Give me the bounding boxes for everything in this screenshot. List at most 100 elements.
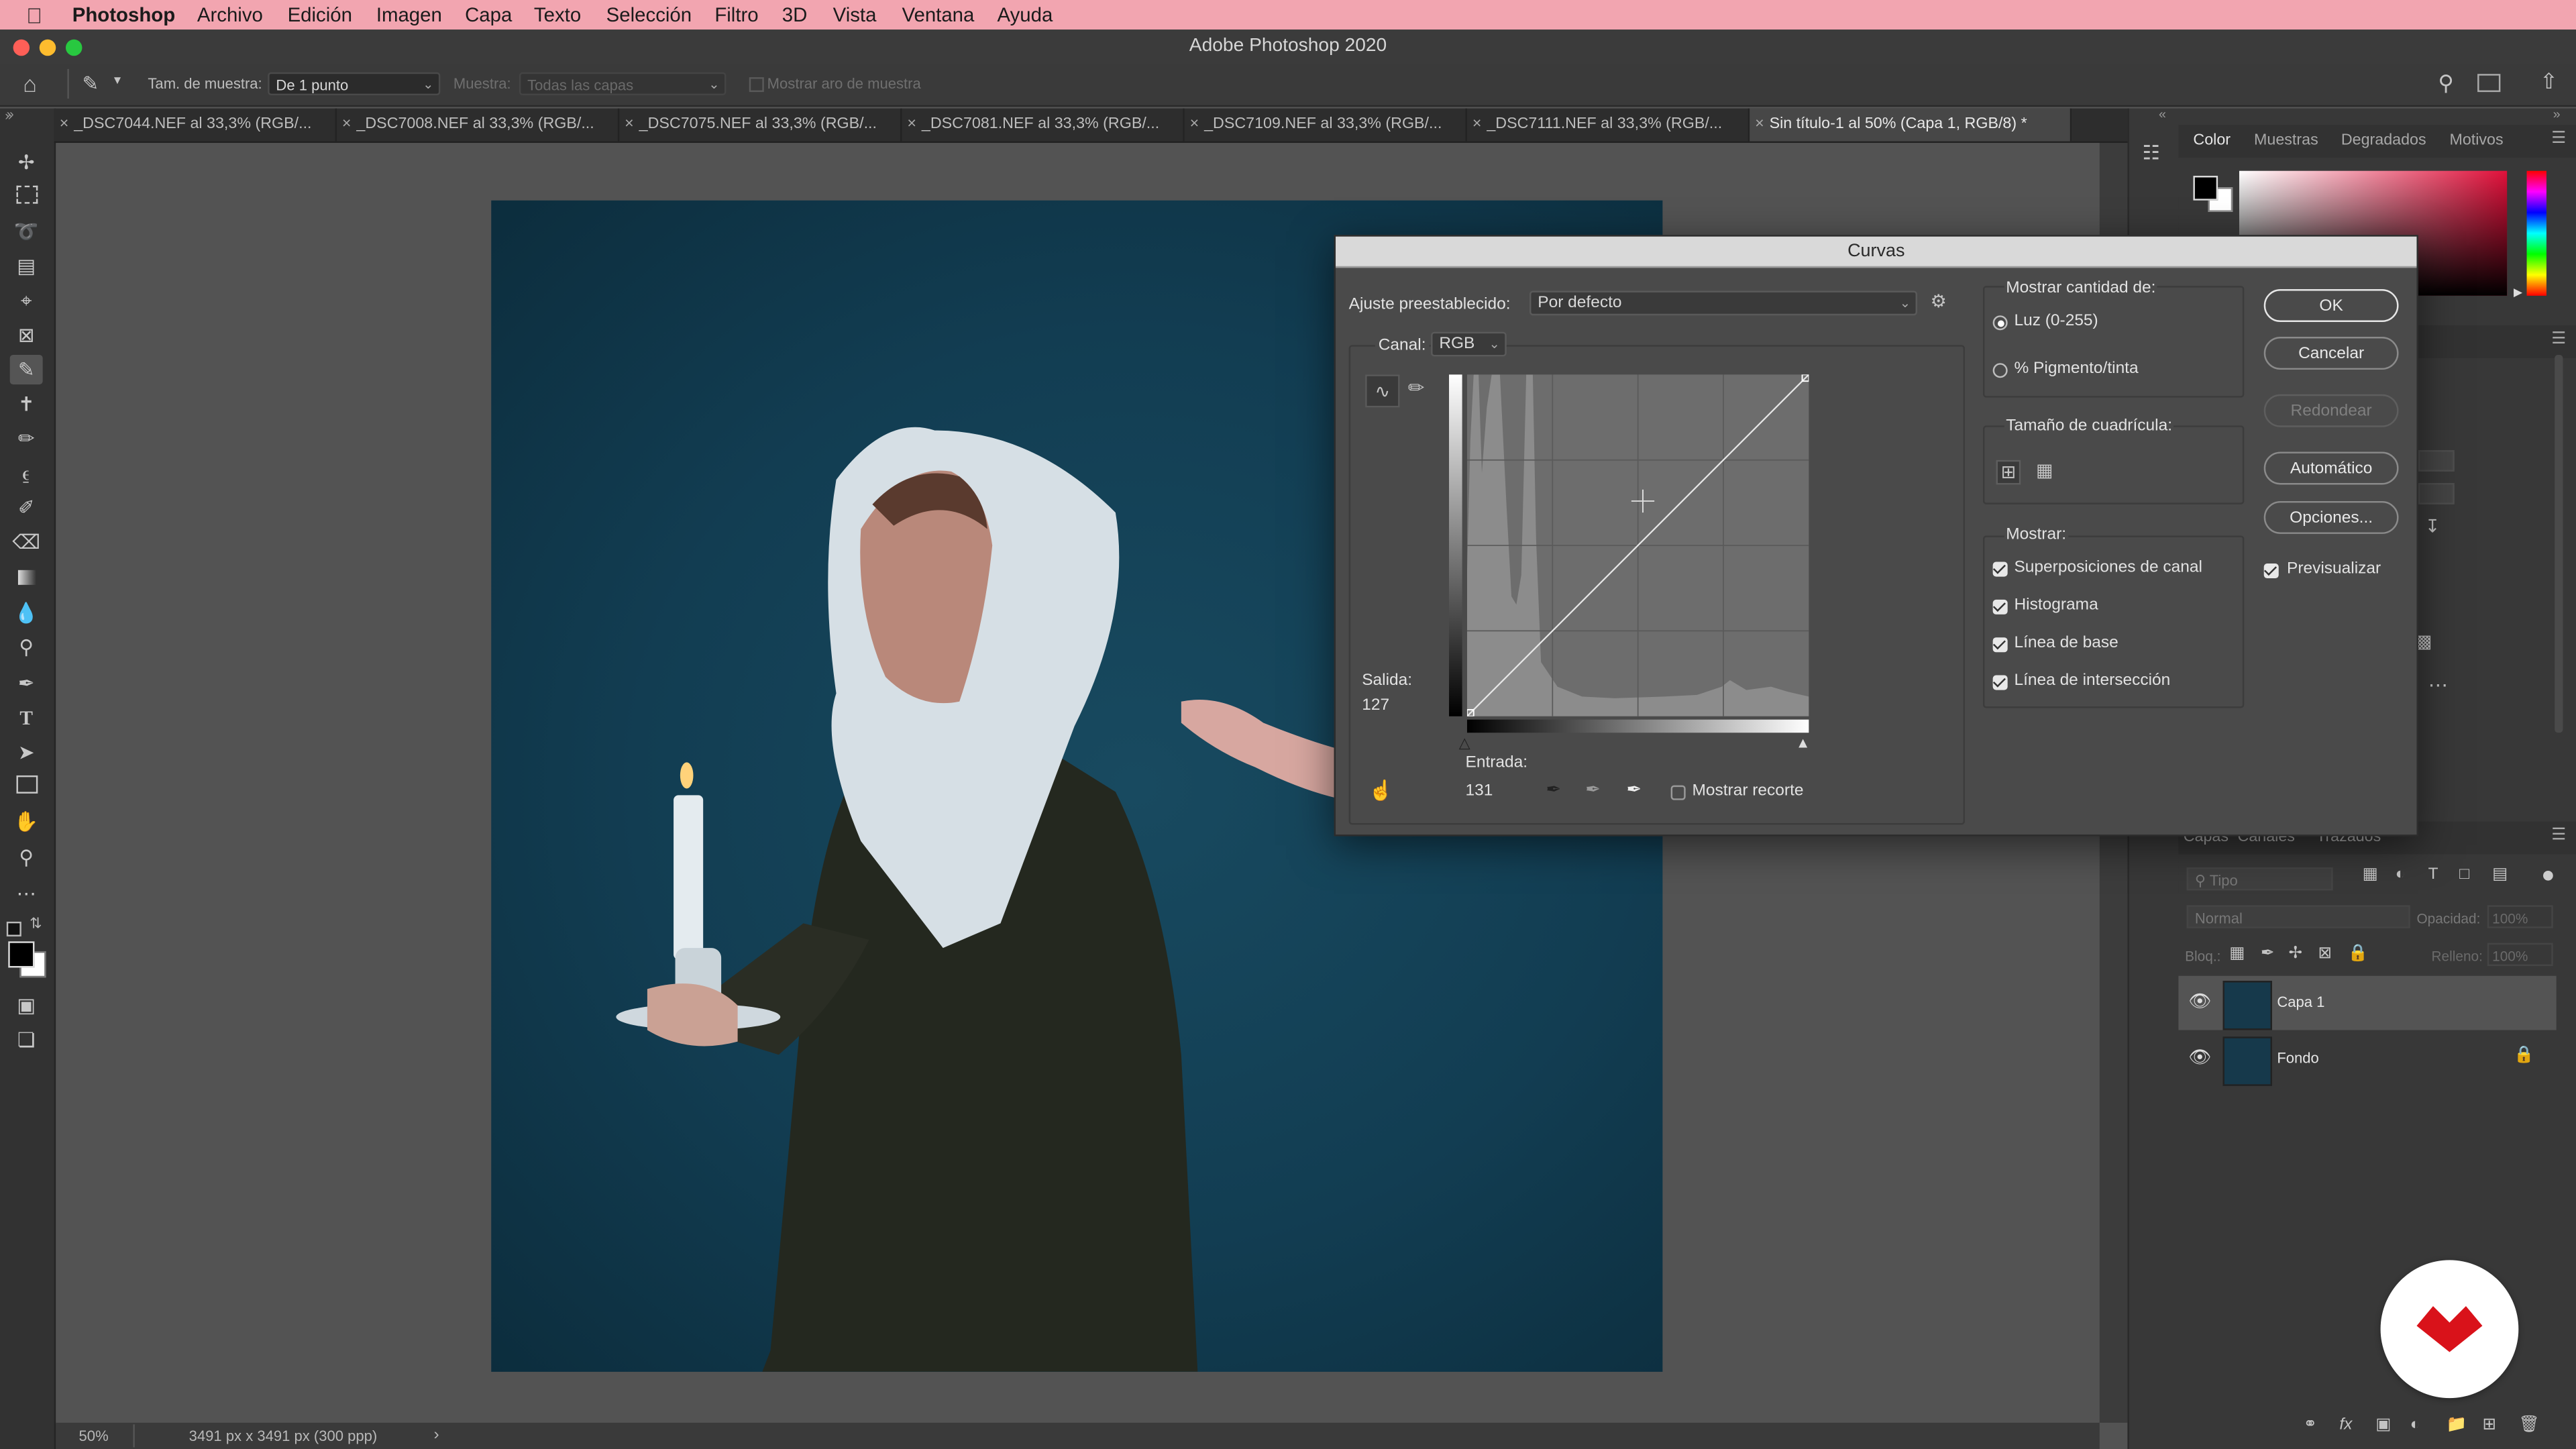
menu-vista[interactable]: Vista — [833, 3, 877, 26]
tab-dsc7111[interactable]: × _DSC7111.NEF al 33,3% (RGB/... — [1467, 108, 1750, 142]
detailed-grid-icon[interactable]: ▦ — [2032, 460, 2057, 485]
black-eyedropper-icon[interactable]: ✒ — [1546, 779, 1562, 800]
close-icon[interactable]: × — [1185, 109, 1204, 142]
tab-dsc7044[interactable]: × _DSC7044.NEF al 33,3% (RGB/... — [54, 108, 337, 142]
new-layer-icon[interactable]: ⊞ — [2482, 1416, 2496, 1434]
collapse-icon[interactable]: » — [2553, 107, 2561, 121]
input-value[interactable]: 131 — [1466, 782, 1493, 800]
close-icon[interactable]: × — [902, 109, 922, 142]
foreground-color-swatch[interactable] — [8, 941, 35, 968]
filter-toggle[interactable] — [2543, 870, 2553, 881]
healing-brush-tool-icon[interactable]: ✝ — [10, 389, 43, 419]
move-tool-icon[interactable]: ✢ — [10, 148, 43, 177]
dodge-tool-icon[interactable]: ⚲ — [10, 633, 43, 662]
hue-slider[interactable] — [2526, 170, 2546, 296]
more-icon[interactable]: ⋯ — [2428, 674, 2448, 696]
rectangle-tool-icon[interactable] — [10, 772, 43, 802]
opacity-input[interactable]: 100% — [2487, 905, 2553, 928]
light-radio[interactable] — [1992, 315, 2008, 331]
curve-points-icon[interactable]: ∿ — [1365, 374, 1400, 408]
clone-stamp-tool-icon[interactable]: ⍷ — [10, 458, 43, 488]
share-icon[interactable]: ⇧ — [2540, 69, 2558, 95]
lock-transparent-icon[interactable]: ▦ — [2229, 945, 2245, 963]
close-icon[interactable]: × — [619, 109, 639, 142]
white-point-slider[interactable]: ▲ — [1796, 735, 1811, 751]
close-icon[interactable]: × — [1467, 109, 1487, 142]
eyedropper-preset-icon[interactable]: ✎ — [82, 72, 99, 95]
hue-slider-handle[interactable]: ▶ — [2514, 286, 2522, 299]
tab-dsc7075[interactable]: × _DSC7075.NEF al 33,3% (RGB/... — [619, 108, 902, 142]
hand-tool-icon[interactable]: ✋ — [10, 806, 43, 836]
sample-select[interactable]: Todas las capas ⌄ — [519, 72, 727, 96]
workspace-icon[interactable] — [2477, 74, 2501, 93]
channel-select[interactable]: RGB ⌄ — [1431, 331, 1507, 357]
preview-checkbox[interactable] — [2263, 564, 2279, 579]
smooth-button[interactable]: Redondear — [2263, 394, 2399, 427]
chevron-right-icon[interactable]: › — [434, 1426, 439, 1444]
close-icon[interactable]: × — [1750, 109, 1769, 142]
channel-overlays-checkbox[interactable] — [1992, 561, 2008, 577]
tab-muestras[interactable]: Muestras — [2254, 125, 2318, 158]
black-point-slider[interactable]: △ — [1459, 735, 1470, 753]
menu-edicion[interactable]: Edición — [288, 3, 352, 26]
eraser-tool-icon[interactable]: ⌫ — [10, 527, 43, 557]
fill-input[interactable]: 100% — [2487, 943, 2553, 967]
menu-archivo[interactable]: Archivo — [197, 3, 263, 26]
apple-icon[interactable]:  — [26, 3, 42, 28]
menu-texto[interactable]: Texto — [534, 3, 581, 26]
preset-select[interactable]: Por defecto ⌄ — [1529, 290, 1917, 316]
show-clipping-checkbox[interactable] — [1670, 785, 1686, 800]
ok-button[interactable]: OK — [2263, 289, 2399, 323]
histogram-checkbox[interactable] — [1992, 599, 2008, 614]
panel-menu-icon[interactable]: ☰ — [2551, 330, 2566, 348]
lock-position-icon[interactable]: ✢ — [2288, 945, 2302, 963]
add-mask-icon[interactable]: ▣ — [2375, 1416, 2391, 1434]
crop-tool-icon[interactable]: ⌖ — [10, 286, 43, 315]
frame-tool-icon[interactable]: ⊠ — [10, 321, 43, 350]
fx-icon[interactable]: fx — [2339, 1416, 2352, 1434]
filter-shape-icon[interactable]: □ — [2459, 866, 2469, 884]
close-icon[interactable]: × — [337, 109, 356, 142]
history-panel-icon[interactable]: ☷ — [2142, 142, 2159, 164]
gray-eyedropper-icon[interactable]: ✒ — [1585, 779, 1601, 800]
quick-mask-icon[interactable]: ▣ — [10, 991, 43, 1020]
collapse-icon[interactable]: « — [2159, 107, 2166, 121]
panel-menu-icon[interactable]: ☰ — [2551, 129, 2566, 148]
zoom-tool-icon[interactable]: ⚲ — [10, 843, 43, 872]
layer-row-capa-1[interactable]: 👁 Capa 1 — [2178, 975, 2557, 1030]
show-ring-checkbox[interactable] — [749, 77, 764, 93]
filter-smart-icon[interactable]: ▤ — [2492, 866, 2508, 884]
quick-selection-tool-icon[interactable]: ▤ — [10, 252, 43, 281]
lock-all-icon[interactable]: 🔒 — [2348, 945, 2368, 963]
options-button[interactable]: Opciones... — [2263, 500, 2399, 534]
lock-pixels-icon[interactable]: ✒ — [2261, 945, 2275, 963]
path-selection-tool-icon[interactable]: ➤ — [10, 738, 43, 767]
menu-capa[interactable]: Capa — [465, 3, 512, 26]
tab-dsc7109[interactable]: × _DSC7109.NEF al 33,3% (RGB/... — [1185, 108, 1467, 142]
trash-icon[interactable]: 🗑 — [2518, 1416, 2539, 1434]
gradient-tool-icon[interactable] — [10, 564, 43, 593]
pigment-radio[interactable] — [1992, 363, 2008, 378]
collapse-icon[interactable]: » — [7, 107, 14, 121]
filter-adjustment-icon[interactable]: ◐ — [2396, 866, 2406, 884]
default-colors-icon[interactable] — [6, 921, 21, 936]
screen-mode-icon[interactable]: ❏ — [10, 1025, 43, 1055]
menu-photoshop[interactable]: Photoshop — [72, 3, 175, 26]
adjustment-layer-icon[interactable]: ◐ — [2410, 1416, 2420, 1434]
home-icon[interactable]: ⌂ — [23, 70, 37, 97]
history-brush-tool-icon[interactable]: ✐ — [10, 493, 43, 523]
visibility-eye-icon[interactable]: 👁 — [2188, 991, 2211, 1012]
curve-graph[interactable] — [1466, 374, 1810, 717]
tab-degradados[interactable]: Degradados — [2341, 125, 2426, 158]
foreground-color-swatch[interactable] — [2193, 176, 2218, 201]
baseline-checkbox[interactable] — [1992, 637, 2008, 653]
marquee-tool-icon[interactable] — [10, 182, 43, 212]
lock-artboard-icon[interactable]: ⊠ — [2318, 945, 2332, 963]
align-icon[interactable]: ↧ — [2425, 516, 2440, 537]
filter-image-icon[interactable]: ▦ — [2363, 866, 2378, 884]
output-value[interactable]: 127 — [1362, 696, 1389, 714]
type-tool-icon[interactable]: T — [10, 703, 43, 733]
blur-tool-icon[interactable]: 💧 — [10, 598, 43, 627]
visibility-eye-icon[interactable]: 👁 — [2188, 1046, 2211, 1067]
group-folder-icon[interactable]: 📁 — [2447, 1416, 2467, 1434]
